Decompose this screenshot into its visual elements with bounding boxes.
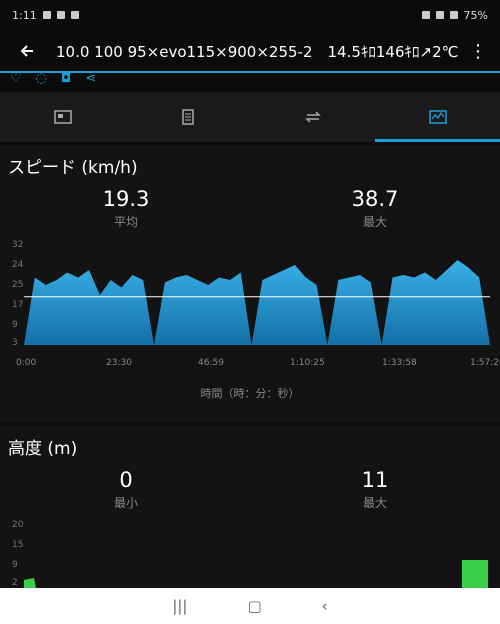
notification-icon <box>42 11 51 19</box>
x-tick: 1:10:25 <box>290 358 325 368</box>
speed-max-label: 最大 <box>362 215 387 229</box>
altitude-area-end <box>462 560 488 588</box>
altitude-min-value: 0 <box>119 468 133 492</box>
x-axis-title: 時間（時：分：秒） <box>200 387 300 400</box>
clock: 1:11 <box>12 8 37 22</box>
y-tick: 17 <box>12 300 24 310</box>
tab-summary[interactable] <box>0 92 125 142</box>
speed-avg-label: 平均 <box>113 215 138 229</box>
speed-avg-stat: 19.3 平均 <box>66 187 186 230</box>
camera-icon[interactable]: ◘ <box>61 72 71 90</box>
share-icon[interactable]: ⋖ <box>85 72 96 90</box>
y-tick: 9 <box>12 560 18 570</box>
like-icon[interactable]: ♡ <box>10 72 22 90</box>
notification-icon <box>56 11 65 19</box>
x-tick: 23:30 <box>106 358 132 368</box>
action-row: ♡ ◌ ◘ ⋖ <box>10 72 96 90</box>
back-button[interactable] <box>10 34 44 68</box>
altitude-min-stat: 0 最小 <box>66 468 186 511</box>
y-tick: 2 <box>12 578 18 588</box>
tab-charts[interactable] <box>375 92 500 142</box>
back-nav-button[interactable]: ‹ <box>322 597 328 615</box>
speed-card: スピード (km/h) 19.3 平均 38.7 最大 32 24 25 17 … <box>0 145 500 422</box>
charts-icon <box>428 110 447 124</box>
more-options-button[interactable]: ⋮ <box>466 41 490 62</box>
speed-title: スピード (km/h) <box>8 158 138 178</box>
x-tick: 0:00 <box>16 358 37 368</box>
speed-series-area <box>24 260 490 345</box>
x-tick: 1:33:58 <box>382 358 417 368</box>
y-tick: 25 <box>12 280 24 290</box>
signal-icon <box>449 11 458 19</box>
summary-icon <box>53 110 72 124</box>
tab-bar <box>0 92 500 142</box>
altitude-area-start <box>24 578 36 588</box>
altitude-max-value: 11 <box>361 468 389 492</box>
home-button[interactable]: ▢ <box>247 597 261 615</box>
speed-avg-value: 19.3 <box>102 187 150 211</box>
y-tick: 32 <box>12 240 24 250</box>
altitude-max-stat: 11 最大 <box>315 468 435 511</box>
altitude-card: 高度 (m) 0 最小 11 最大 20 15 9 2 <box>0 426 500 588</box>
comment-icon[interactable]: ◌ <box>36 72 47 90</box>
x-tick: 46:59 <box>198 358 224 368</box>
status-bar: 1:11 75% <box>0 0 500 30</box>
altitude-chart <box>24 560 488 588</box>
y-tick: 9 <box>12 320 18 330</box>
alarm-icon <box>421 11 430 19</box>
altitude-title: 高度 (m) <box>8 439 78 459</box>
recent-apps-button[interactable]: ||| <box>172 597 187 615</box>
activity-title: 10.0 100 95×evo115×900×255-2 14.5ｷﾛ146ｷﾛ… <box>56 42 459 61</box>
laps-icon <box>304 111 321 123</box>
system-navbar: ||| ▢ ‹ <box>0 588 500 624</box>
y-tick: 15 <box>12 540 24 550</box>
y-tick: 20 <box>12 520 24 530</box>
arrow-left-icon <box>20 45 33 57</box>
speed-max-stat: 38.7 最大 <box>315 187 435 230</box>
y-tick: 24 <box>12 260 24 270</box>
altitude-min-label: 最小 <box>113 496 138 510</box>
wifi-icon <box>435 11 444 19</box>
battery-level: 75% <box>463 8 488 22</box>
details-icon <box>181 109 194 125</box>
speed-chart <box>24 260 490 345</box>
y-tick: 3 <box>12 338 18 348</box>
notification-icon <box>70 11 79 19</box>
x-tick: 1:57:28 <box>470 358 500 368</box>
speed-max-value: 38.7 <box>351 187 399 211</box>
tab-laps[interactable] <box>250 92 375 142</box>
altitude-max-label: 最大 <box>362 496 387 510</box>
app-bar: 10.0 100 95×evo115×900×255-2 14.5ｷﾛ146ｷﾛ… <box>0 30 500 72</box>
tab-details[interactable] <box>125 92 250 142</box>
